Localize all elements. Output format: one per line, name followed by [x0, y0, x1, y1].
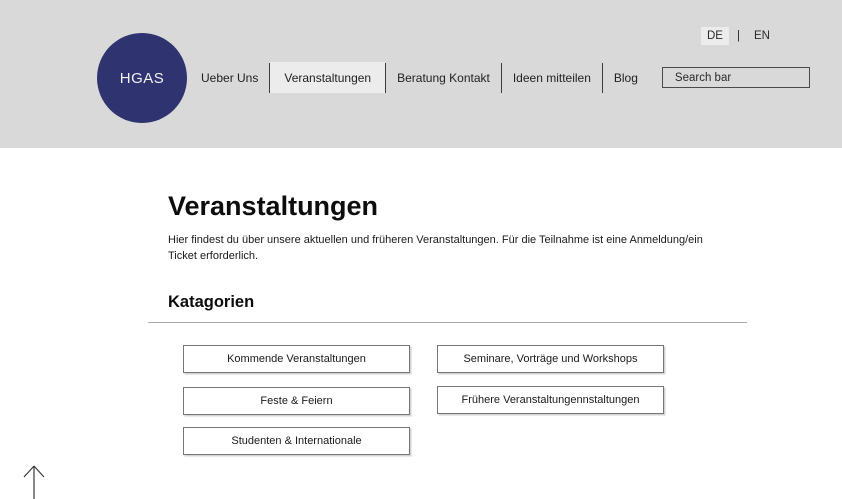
main-navigation: Ueber Uns Veranstaltungen Beratung Konta…: [190, 62, 810, 93]
nav-item-beratung-kontakt[interactable]: Beratung Kontakt: [386, 62, 501, 93]
page-title: Veranstaltungen: [168, 191, 379, 221]
category-button-studenten-internationale[interactable]: Studenten & Internationale: [183, 427, 410, 455]
language-switcher: DE | EN: [701, 27, 776, 45]
language-divider: |: [736, 30, 740, 42]
nav-item-ideen-mitteilen[interactable]: Ideen mitteilen: [502, 62, 602, 93]
nav-item-ueber-uns[interactable]: Ueber Uns: [190, 62, 269, 93]
logo[interactable]: HGAS: [97, 33, 187, 123]
category-button-seminare-vortraege-workshops[interactable]: Seminare, Vorträge und Workshops: [437, 345, 664, 373]
category-button-fruehere-veranstaltungen[interactable]: Frühere Veranstaltungennstaltungen: [437, 386, 664, 414]
category-button-kommende-veranstaltungen[interactable]: Kommende Veranstaltungen: [183, 345, 410, 373]
language-option-en[interactable]: EN: [748, 27, 776, 45]
site-header: HGAS Ueber Uns Veranstaltungen Beratung …: [0, 0, 842, 148]
page-description: Hier findest du über unsere aktuellen un…: [168, 234, 703, 262]
category-button-feste-feiern[interactable]: Feste & Feiern: [183, 387, 410, 415]
section-divider: [148, 322, 747, 323]
search-input[interactable]: [661, 67, 810, 88]
arrow-up-icon: [23, 465, 45, 499]
nav-item-veranstaltungen[interactable]: Veranstaltungen: [270, 62, 386, 93]
language-option-de[interactable]: DE: [701, 27, 729, 45]
scroll-to-top-arrow[interactable]: [21, 462, 47, 499]
nav-item-blog[interactable]: Blog: [603, 62, 649, 93]
categories-heading: Katagorien: [168, 293, 255, 311]
